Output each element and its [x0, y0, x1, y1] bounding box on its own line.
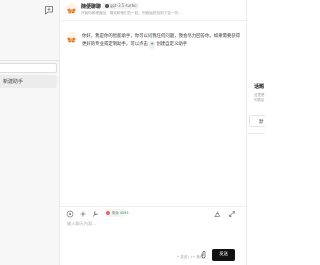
tool-icon[interactable]: [91, 210, 99, 218]
create-assistant-link[interactable]: 创建自定义助手: [156, 42, 187, 47]
sidebar: 新建助手: [0, 0, 60, 265]
token-count: 4096: [119, 211, 129, 215]
model-name: gpt-3.5-turbo: [110, 3, 137, 8]
sidebar-item-new-assistant[interactable]: 新建助手: [0, 75, 57, 88]
chat-input[interactable]: 输入聊天内容...: [67, 221, 96, 227]
settings-circle-icon[interactable]: [66, 210, 74, 218]
assistant-avatar[interactable]: [66, 3, 77, 14]
clean-icon[interactable]: [213, 210, 221, 218]
attachment-icon[interactable]: [199, 250, 208, 259]
topic-card[interactable]: 默: [249, 115, 265, 127]
chat-title: 随便聊聊: [81, 4, 102, 10]
input-toolbar: 剩余 4096: [60, 206, 246, 221]
create-assistant-chip[interactable]: +: [149, 41, 155, 49]
message-avatar: [66, 32, 77, 43]
model-icon: [105, 4, 109, 8]
avatar-emoji-icon: [67, 37, 76, 43]
sidebar-divider: [0, 60, 59, 61]
plus-icon: +: [150, 42, 154, 47]
send-button[interactable]: 发送: [212, 249, 235, 261]
chat-plus-icon[interactable]: [44, 5, 54, 15]
chat-main: 随便聊聊 gpt-3.5-turbo 开始你和精度回，喜欢和他们在一起，但我始终…: [60, 0, 246, 265]
expand-icon[interactable]: [228, 210, 236, 218]
avatar-emoji-icon: [67, 8, 76, 14]
plus-icon[interactable]: [79, 210, 87, 218]
assistant-message: 你好，我是你的智能助手，你可以问我任何问题，我会尽力回答你。如果需要获得更好的专…: [82, 33, 242, 49]
chat-header: 随便聊聊 gpt-3.5-turbo 开始你和精度回，喜欢和他们在一起，但我始终…: [60, 0, 246, 21]
token-status-icon: [106, 211, 110, 215]
sidebar-search-input[interactable]: [0, 63, 57, 73]
topic-card-label: 默: [259, 120, 264, 125]
sidebar-item-label: 新建助手: [3, 79, 24, 85]
topic-panel: 话题 这里是话题列表区 默: [246, 0, 265, 265]
topic-divider: [247, 133, 265, 134]
topic-panel-title: 话题: [254, 84, 265, 90]
topic-panel-subtitle: 这里是话题列表区: [254, 93, 265, 102]
token-label: 剩余: [112, 211, 119, 215]
model-tag[interactable]: gpt-3.5-turbo: [103, 3, 139, 9]
chat-description: 开始你和精度回，喜欢和他们在一起，但我始终找到了这一切...: [81, 11, 182, 15]
token-counter: 剩余 4096: [104, 209, 129, 217]
